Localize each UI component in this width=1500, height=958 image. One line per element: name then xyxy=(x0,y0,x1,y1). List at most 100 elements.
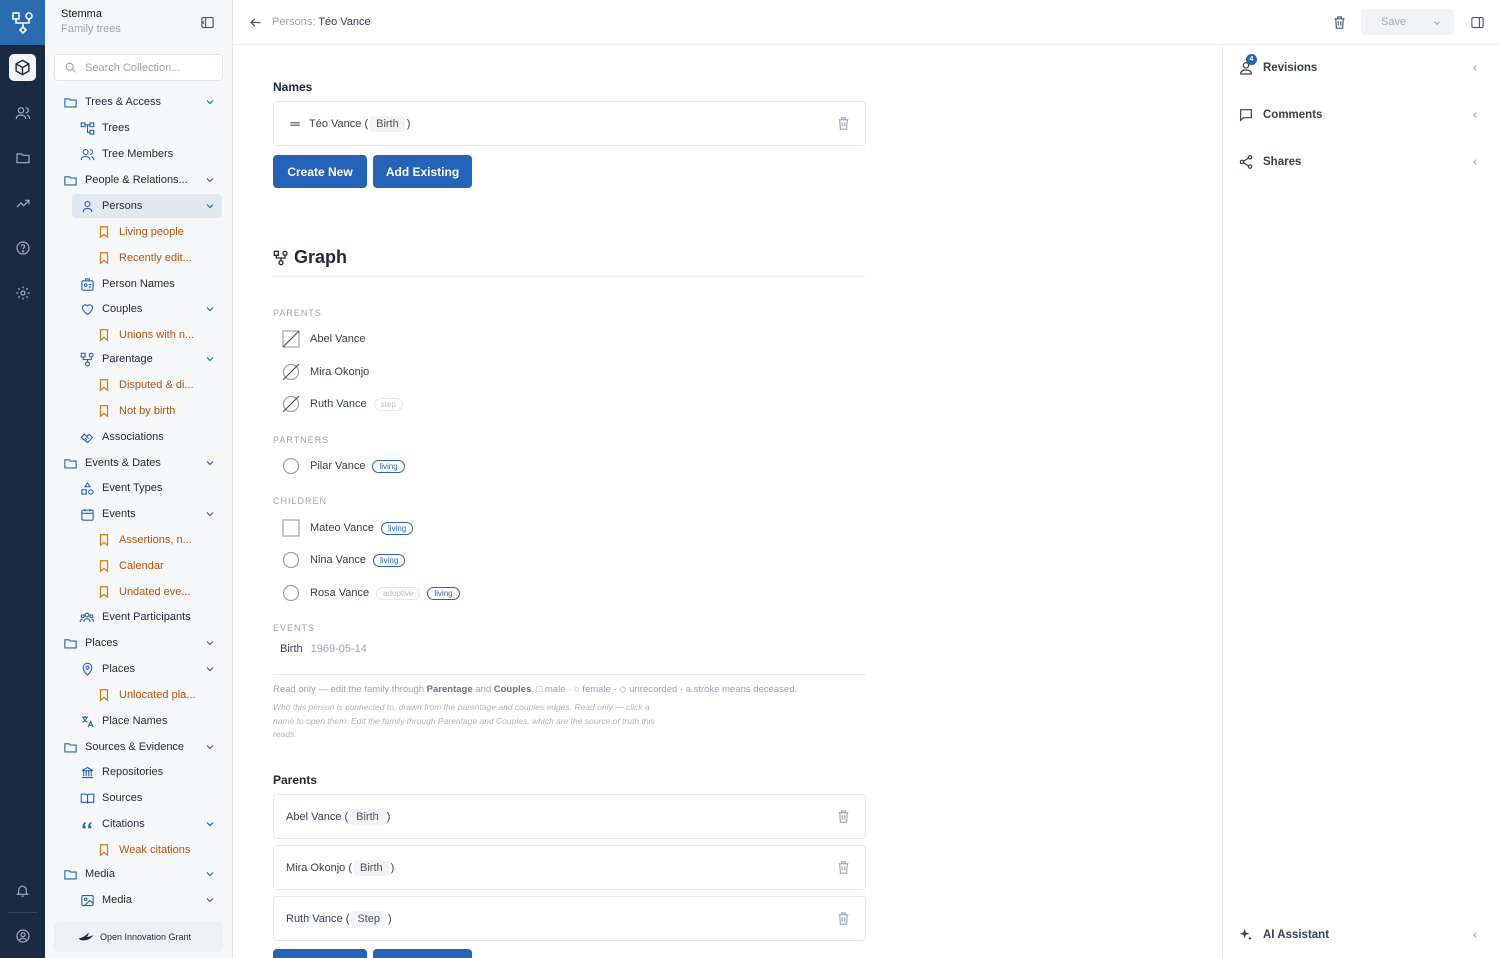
search-input[interactable] xyxy=(85,61,215,74)
name-text: Téo Vance ( xyxy=(309,117,369,130)
relation-tag: step xyxy=(373,397,403,411)
sidebar-group-events-dates[interactable]: Events & Dates xyxy=(62,451,226,475)
trash-icon[interactable] xyxy=(836,860,851,875)
person-name[interactable]: Mateo Vance xyxy=(310,522,374,534)
delete-button[interactable] xyxy=(1332,15,1347,30)
sidebar-item-person-names[interactable]: Person Names xyxy=(79,272,226,296)
sidebar-item-repositories[interactable]: Repositories xyxy=(79,760,226,784)
parent-row[interactable]: Mira Okonjo ( Birth ) xyxy=(273,845,866,890)
sidebar-item-label: Parentage xyxy=(102,353,153,365)
trash-icon[interactable] xyxy=(836,911,851,926)
name-row[interactable]: Téo Vance ( Birth ) xyxy=(273,101,866,146)
back-button[interactable] xyxy=(248,15,263,30)
sidebar-item-events[interactable]: Events xyxy=(79,502,226,526)
rail-insights-button[interactable] xyxy=(9,189,36,216)
sidebar-group-places[interactable]: Places xyxy=(62,631,226,655)
parent-row[interactable]: Abel Vance ( Birth ) xyxy=(273,794,866,839)
person-name[interactable]: Pilar Vance xyxy=(310,460,365,472)
ai-assistant-section[interactable]: AI Assistant xyxy=(1238,924,1488,946)
person-name[interactable]: Mira Okonjo xyxy=(310,366,369,378)
graph-legend-note: Read only — edit the family through Pare… xyxy=(273,684,873,695)
person-name[interactable]: Ruth Vance xyxy=(310,398,367,410)
sidebar-item-disputed[interactable]: Disputed & di... xyxy=(96,373,226,397)
sidebar-item-unions[interactable]: Unions with n... xyxy=(96,323,226,347)
sidebar-item-persons[interactable]: Persons xyxy=(72,194,222,218)
rail-help-button[interactable] xyxy=(9,234,36,261)
sidebar-item-recently-edited[interactable]: Recently edit... xyxy=(96,246,226,270)
save-button[interactable]: Save xyxy=(1361,9,1454,35)
graph-child-row[interactable]: Nina Vance living xyxy=(282,551,406,569)
sidebar-item-weak-citations[interactable]: Weak citations xyxy=(96,838,226,862)
rail-collection-button[interactable] xyxy=(9,54,36,81)
sidebar-item-calendar[interactable]: Calendar xyxy=(96,554,226,578)
sidebar-item-couples[interactable]: Couples xyxy=(79,297,226,321)
sidebar-group-trees-access[interactable]: Trees & Access xyxy=(62,90,226,114)
drag-handle-icon[interactable] xyxy=(288,117,302,131)
sidebar-group-people-relations[interactable]: People & Relations... xyxy=(62,168,226,192)
rail-notifications-button[interactable] xyxy=(9,877,36,904)
search-box[interactable] xyxy=(54,54,223,81)
main-content: Names Téo Vance ( Birth ) Create New Add… xyxy=(233,45,1222,958)
couples-link[interactable]: Couples xyxy=(494,684,531,695)
rail-folder-button[interactable] xyxy=(9,144,36,171)
graph-parent-row[interactable]: Ruth Vance step xyxy=(282,395,403,413)
shares-section[interactable]: Shares xyxy=(1238,151,1488,173)
toggle-right-panel-button[interactable] xyxy=(1470,15,1485,30)
breadcrumb-parent[interactable]: Persons: xyxy=(272,16,315,28)
sidebar-item-place-names[interactable]: Place Names xyxy=(79,709,226,733)
graph-child-row[interactable]: Rosa Vance adoptive living xyxy=(282,584,460,602)
sidebar-item-sources[interactable]: Sources xyxy=(79,786,226,810)
parentage-icon xyxy=(80,352,94,366)
graph-title: Graph xyxy=(273,247,347,268)
sidebar: Stemma Family trees Trees & Access Trees… xyxy=(45,0,233,958)
revisions-section[interactable]: 4 Revisions xyxy=(1238,54,1488,79)
sidebar-item-event-participants[interactable]: Event Participants xyxy=(79,605,226,629)
sidebar-item-not-by-birth[interactable]: Not by birth xyxy=(96,399,226,423)
map-pin-icon xyxy=(82,662,92,676)
sidebar-item-label: Persons xyxy=(102,200,143,212)
person-name[interactable]: Rosa Vance xyxy=(310,587,369,599)
rail-settings-button[interactable] xyxy=(9,279,36,306)
rail-account-button[interactable] xyxy=(9,922,36,949)
sidebar-item-undated-events[interactable]: Undated eve... xyxy=(96,580,226,604)
trash-icon[interactable] xyxy=(836,116,851,131)
sidebar-item-living-people[interactable]: Living people xyxy=(96,220,226,244)
sidebar-item-citations[interactable]: Citations xyxy=(79,812,226,836)
parentage-icon xyxy=(273,250,288,265)
bookmark-icon xyxy=(99,586,109,599)
create-new-button[interactable]: Create New xyxy=(273,155,367,188)
chevron-down-icon[interactable] xyxy=(1432,18,1442,28)
sidebar-item-trees[interactable]: Trees xyxy=(79,116,226,140)
sidebar-item-unlocated-places[interactable]: Unlocated pla... xyxy=(96,683,226,707)
graph-parent-row[interactable]: Mira Okonjo xyxy=(282,363,369,381)
sidebar-group-media[interactable]: Media xyxy=(62,862,226,886)
sidebar-item-label: Places xyxy=(85,637,119,649)
sidebar-item-places[interactable]: Places xyxy=(79,657,226,681)
graph-parent-row[interactable]: Abel Vance xyxy=(282,330,365,348)
person-name[interactable]: Nina Vance xyxy=(310,554,366,566)
sidebar-item-label: Trees & Access xyxy=(85,96,162,108)
graph-help-text: Who this person is connected to, drawn f… xyxy=(273,702,655,739)
sidebar-item-tree-members[interactable]: Tree Members xyxy=(79,142,226,166)
sidebar-item-media[interactable]: Media xyxy=(79,888,226,912)
graph-partner-row[interactable]: Pilar Vance living xyxy=(282,457,405,475)
parents-create-new-button[interactable] xyxy=(273,949,367,958)
sidebar-item-label: Recently edit... xyxy=(119,252,192,264)
parents-add-existing-button[interactable] xyxy=(373,949,472,958)
add-existing-button[interactable]: Add Existing xyxy=(373,155,472,188)
grant-badge[interactable]: Open Innovation Grant xyxy=(54,922,223,952)
graph-child-row[interactable]: Mateo Vance living xyxy=(282,519,414,537)
parentage-link[interactable]: Parentage xyxy=(427,684,473,695)
comments-section[interactable]: Comments xyxy=(1238,104,1488,126)
rail-users-button[interactable] xyxy=(9,99,36,126)
collapse-sidebar-button[interactable] xyxy=(200,15,215,30)
app-logo[interactable] xyxy=(0,0,45,45)
person-name[interactable]: Abel Vance xyxy=(310,333,365,345)
sidebar-group-sources-evidence[interactable]: Sources & Evidence xyxy=(62,735,226,759)
sidebar-item-event-types[interactable]: Event Types xyxy=(79,476,226,500)
sidebar-item-associations[interactable]: Associations xyxy=(79,425,226,449)
sidebar-item-assertions[interactable]: Assertions, n... xyxy=(96,528,226,552)
parent-row[interactable]: Ruth Vance ( Step ) xyxy=(273,896,866,941)
trash-icon[interactable] xyxy=(836,809,851,824)
sidebar-item-parentage[interactable]: Parentage xyxy=(79,347,226,371)
